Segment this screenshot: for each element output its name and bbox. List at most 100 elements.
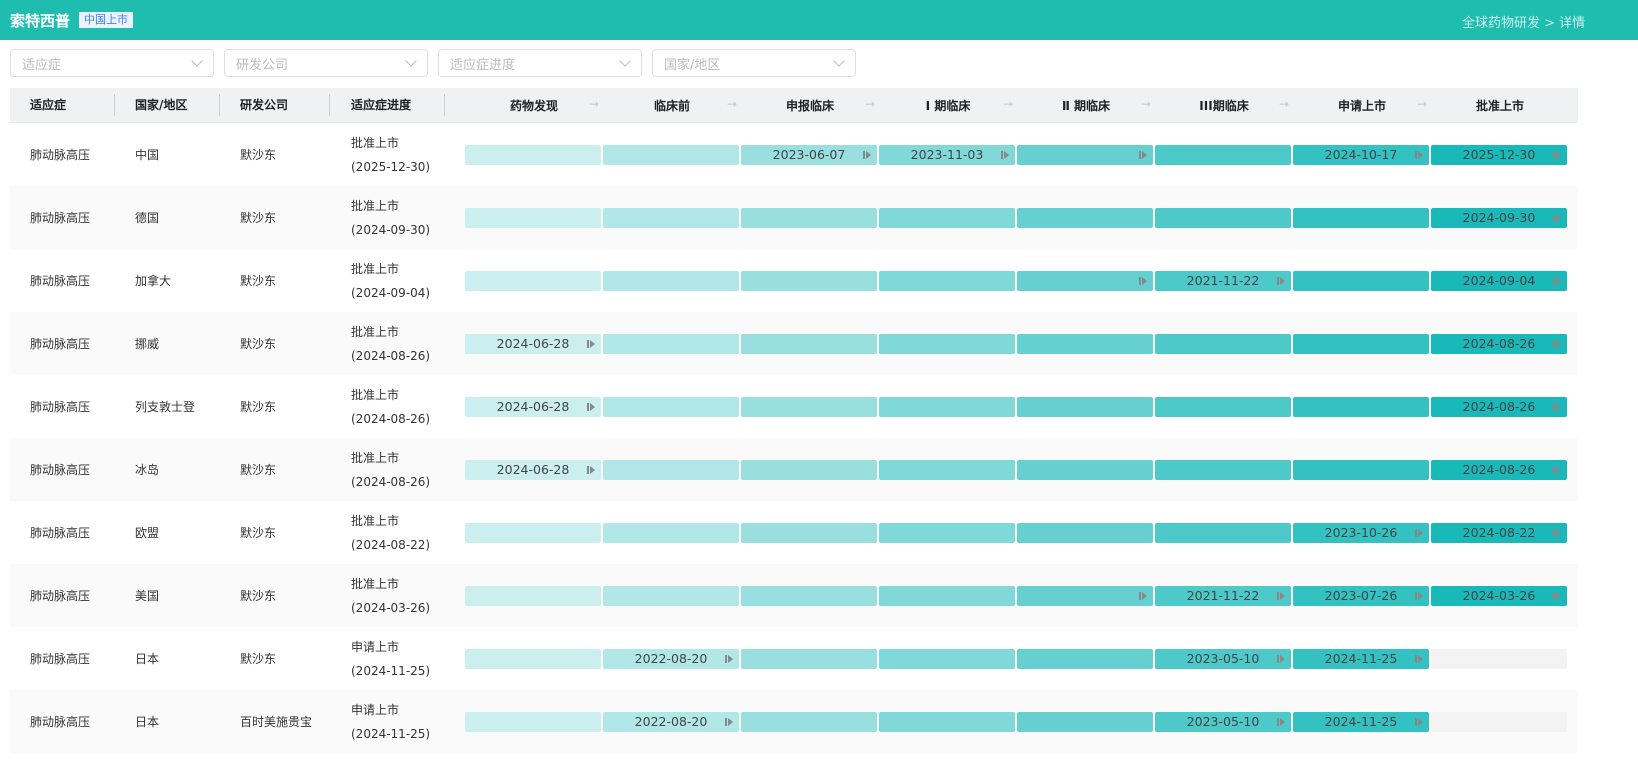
step-forward-icon (863, 150, 871, 160)
stage-bar[interactable] (1017, 270, 1153, 291)
stage-bar[interactable] (1017, 333, 1153, 354)
stage-bar[interactable] (879, 396, 1015, 417)
step-forward-icon (587, 402, 595, 412)
stage-bar[interactable] (603, 585, 739, 606)
stage-bar[interactable] (465, 270, 601, 291)
stage-bar[interactable] (741, 207, 877, 228)
stage-bar[interactable] (879, 333, 1015, 354)
progress-date: (2025-12-30) (351, 159, 431, 174)
stage-bar[interactable] (1017, 207, 1153, 228)
stage-bar[interactable] (465, 585, 601, 606)
stage-bar[interactable] (1155, 396, 1291, 417)
filter-select[interactable]: 研发公司 (224, 49, 428, 77)
stage-bar[interactable]: 2024-11-25 (1293, 711, 1429, 732)
stage-label: III期临床 (1199, 98, 1249, 113)
progress-date: (2024-03-26) (351, 600, 431, 615)
stage-bar[interactable] (603, 333, 739, 354)
breadcrumb[interactable]: 全球药物研发 > 详情 (1462, 12, 1585, 31)
stage-bar[interactable] (741, 459, 877, 480)
progress-date: (2024-09-30) (351, 222, 431, 237)
stage-bar[interactable] (741, 270, 877, 291)
stage-bar[interactable] (741, 396, 877, 417)
stage-bar[interactable]: 2023-10-26 (1293, 522, 1429, 543)
stage-bar[interactable] (465, 648, 601, 669)
stage-bar[interactable] (879, 585, 1015, 606)
stage-bar[interactable] (465, 522, 601, 543)
filter-select[interactable]: 国家/地区 (652, 49, 856, 77)
stage-bar[interactable] (1293, 333, 1429, 354)
stage-bar[interactable] (741, 522, 877, 543)
stage-bar[interactable] (1017, 648, 1153, 669)
stage-bar[interactable]: 2024-06-28 (465, 459, 601, 480)
stage-bar[interactable] (603, 396, 739, 417)
stage-bar[interactable] (879, 711, 1015, 732)
stage-bar[interactable] (741, 333, 877, 354)
stage-bar[interactable] (741, 585, 877, 606)
stage-bar[interactable]: 2023-07-26 (1293, 585, 1429, 606)
stage-bar[interactable]: 2021-11-22 (1155, 270, 1291, 291)
stage-bars: 2022-08-20 2023-05-10 2024-11-25 (465, 711, 1569, 732)
filter-select[interactable]: 适应症进度 (438, 49, 642, 77)
stage-bar[interactable]: 2024-03-26 (1431, 585, 1567, 606)
step-forward-icon (1277, 591, 1285, 601)
stage-date: 2023-10-26 (1324, 524, 1398, 540)
stage-bar[interactable] (1293, 459, 1429, 480)
table-row: 肺动脉高压 日本 默沙东 申请上市 (2024-11-25) 2022-08-20 2023… (10, 627, 1578, 690)
stage-bar[interactable] (1017, 144, 1153, 165)
stage-bar[interactable] (1155, 459, 1291, 480)
stage-bar[interactable] (741, 711, 877, 732)
stage-bar[interactable]: 2021-11-22 (1155, 585, 1291, 606)
stage-bar[interactable]: 2023-05-10 (1155, 711, 1291, 732)
stage-bar[interactable] (1155, 207, 1291, 228)
stage-bar[interactable]: 2024-11-25 (1293, 648, 1429, 669)
stage-bar[interactable]: 2022-08-20 (603, 711, 739, 732)
stage-bar[interactable] (465, 711, 601, 732)
stage-bar[interactable] (1017, 459, 1153, 480)
stage-bar[interactable] (879, 522, 1015, 543)
stage-bar[interactable]: 2024-06-28 (465, 333, 601, 354)
stage-bar[interactable] (1017, 396, 1153, 417)
stage-bar[interactable]: 2022-08-20 (603, 648, 739, 669)
stage-bar[interactable]: 2024-08-22 (1431, 522, 1567, 543)
stage-bar[interactable] (741, 648, 877, 669)
stage-bar[interactable]: 2024-09-30 (1431, 207, 1567, 228)
stage-bar[interactable]: 2023-06-07 (741, 144, 877, 165)
stage-bar[interactable] (1017, 711, 1153, 732)
stage-bar[interactable] (603, 522, 739, 543)
stage-bar[interactable] (603, 270, 739, 291)
stage-bar[interactable] (1293, 270, 1429, 291)
stage-bar[interactable] (1431, 648, 1567, 669)
stage-bar[interactable] (465, 144, 601, 165)
stage-bar[interactable] (603, 207, 739, 228)
stage-bar[interactable]: 2024-10-17 (1293, 144, 1429, 165)
stage-bar[interactable] (603, 459, 739, 480)
stage-bar[interactable] (879, 270, 1015, 291)
filter-select[interactable]: 适应症 (10, 49, 214, 77)
stage-bar[interactable] (879, 459, 1015, 480)
stage-bar[interactable] (1155, 333, 1291, 354)
stage-bar[interactable]: 2023-05-10 (1155, 648, 1291, 669)
stage-bar[interactable] (1155, 522, 1291, 543)
stage-bar[interactable]: 2024-08-26 (1431, 459, 1567, 480)
stage-bar[interactable] (1017, 585, 1153, 606)
stage-bar[interactable] (879, 648, 1015, 669)
stage-bar[interactable] (1017, 522, 1153, 543)
step-forward-icon (1415, 591, 1423, 601)
stage-bar[interactable]: 2024-06-28 (465, 396, 601, 417)
stage-bar[interactable] (1293, 396, 1429, 417)
stage-bar[interactable]: 2024-09-04 (1431, 270, 1567, 291)
company-cell: 默沙东 (240, 148, 277, 162)
stage-bar[interactable] (879, 207, 1015, 228)
stage-label: 药物发现 (509, 98, 558, 113)
stage-bar[interactable] (1431, 711, 1567, 732)
stage-bar[interactable]: 2025-12-30 (1431, 144, 1567, 165)
stage-bar[interactable] (603, 144, 739, 165)
col-company: 研发公司 (220, 94, 330, 116)
stage-bar[interactable]: 2024-08-26 (1431, 396, 1567, 417)
stage-bar[interactable]: 2024-08-26 (1431, 333, 1567, 354)
stage-bar[interactable] (465, 207, 601, 228)
stage-bar[interactable] (1293, 207, 1429, 228)
stage-bar[interactable]: 2023-11-03 (879, 144, 1015, 165)
table-body: 肺动脉高压 中国 默沙东 批准上市 (2025-12-30) 2023-06-07 2023… (10, 123, 1578, 753)
stage-bar[interactable] (1155, 144, 1291, 165)
